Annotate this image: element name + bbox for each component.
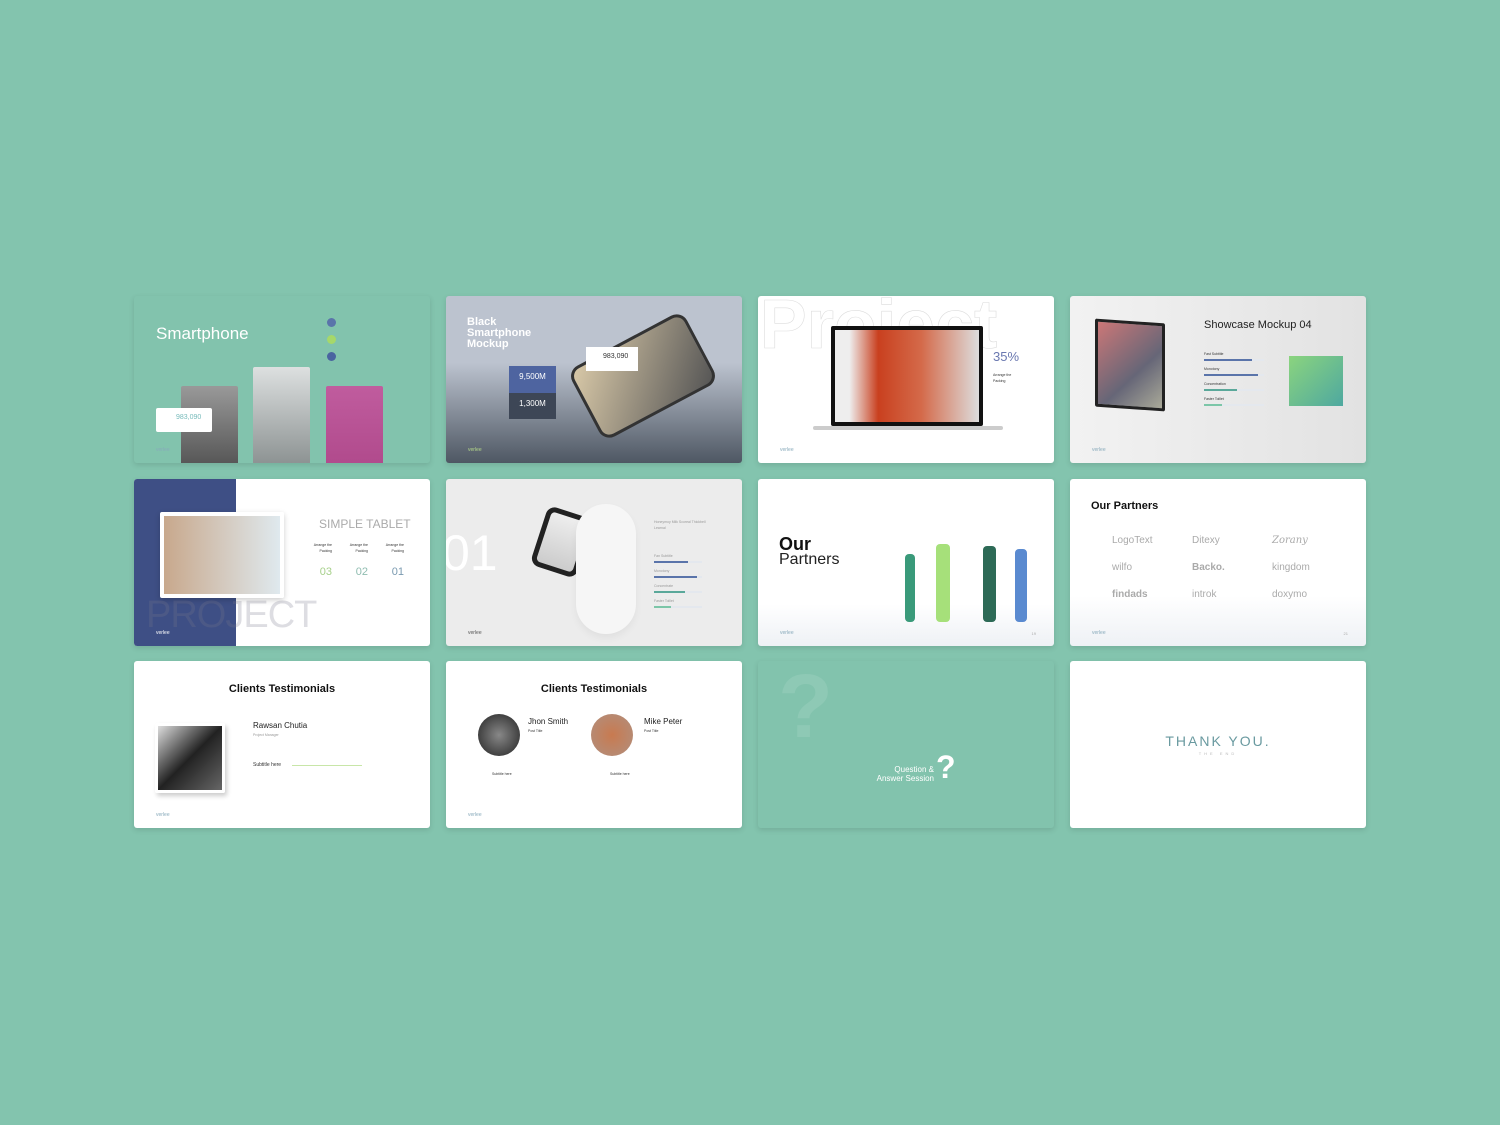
client-role: Post Title xyxy=(528,729,543,733)
background-word: PROJECT xyxy=(146,594,317,636)
client-name: Mike Peter xyxy=(644,717,683,726)
client-name: Jhon Smith xyxy=(528,717,569,726)
partner-logo: findads xyxy=(1112,589,1148,600)
badge: 983,090 xyxy=(586,347,638,371)
progress-list: Fast Subtitle Monotony Concentration Fas… xyxy=(1204,351,1264,411)
the-end-subtitle: THE END xyxy=(1198,751,1238,756)
slide-simple-tablet[interactable]: PROJECT SIMPLE TABLET Arrange the Packin… xyxy=(134,479,430,646)
partner-logo: Ditexy xyxy=(1192,535,1220,546)
columns: Arrange the Packing 03 Arrange the Packin… xyxy=(313,543,404,578)
client-role: Project Manager xyxy=(253,733,279,737)
slide-black-smartphone[interactable]: Black Smartphone Mockup 9,500M 1,300M 983,… xyxy=(446,296,742,463)
brand-logo: verlee xyxy=(468,447,482,453)
slide-title: SIMPLE TABLET xyxy=(319,517,411,531)
partner-logo-grid: LogoText Ditexy Zorany wilfo Backo. king… xyxy=(1112,535,1352,600)
stat-secondary: 1,300M xyxy=(509,393,556,419)
info-card xyxy=(1289,356,1343,406)
partner-logo: introk xyxy=(1192,589,1217,600)
phone-image-pink xyxy=(326,386,383,463)
question-mark-watermark-icon: ? xyxy=(778,661,833,757)
caption: Arrange the Packing xyxy=(993,373,1012,383)
slide-project-laptop[interactable]: Project 35% Arrange the Packing verlee xyxy=(758,296,1054,463)
brand-logo: verlee xyxy=(468,812,482,818)
qa-title: Question & Answer Session xyxy=(876,765,934,783)
page-number: 19 xyxy=(1031,631,1036,636)
brand-logo: verlee xyxy=(156,447,170,453)
slide-qa-session[interactable]: ? Question & Answer Session ? xyxy=(758,661,1054,828)
partner-logo: Zorany xyxy=(1272,535,1308,546)
heading: Honeymoy Milk Scoreal Thickbell Learnal xyxy=(654,520,706,530)
partner-logo: LogoText xyxy=(1112,535,1153,546)
divider xyxy=(292,765,362,766)
slide-our-partners-illustration[interactable]: Our Partners 19 verlee xyxy=(758,479,1054,646)
client-photo xyxy=(155,723,225,793)
brand-logo: verlee xyxy=(780,630,794,636)
brand-logo: verlee xyxy=(156,812,170,818)
brand-logo: verlee xyxy=(468,630,482,636)
slide-title: Smartphone xyxy=(156,324,249,343)
tablet-image xyxy=(160,512,284,598)
phone-mockup-image xyxy=(566,310,720,442)
slide-smartphone[interactable]: Smartphone 983,090 verlee xyxy=(134,296,430,463)
laptop-base xyxy=(813,426,1003,430)
watch-band xyxy=(576,504,636,634)
page-number: 21 xyxy=(1343,631,1348,636)
question-mark-icon: ? xyxy=(936,749,956,785)
thank-you-title: THANK YOU. xyxy=(1165,733,1271,749)
step-list xyxy=(327,318,336,361)
slide-testimonial-single[interactable]: Clients Testimonials Rawsan Chutia Proje… xyxy=(134,661,430,828)
slide-title: Black Smartphone Mockup xyxy=(467,316,532,350)
partner-logo: Backo. xyxy=(1192,562,1225,573)
slide-title: Our Partners xyxy=(1091,500,1159,512)
slide-thank-you[interactable]: THANK YOU. THE END xyxy=(1070,661,1366,828)
client-photo xyxy=(591,714,633,756)
slide-testimonial-double[interactable]: Clients Testimonials Jhon Smith Post Tit… xyxy=(446,661,742,828)
brand-logo: verlee xyxy=(156,630,170,636)
title-light: Partners xyxy=(779,551,840,568)
brand-logo: verlee xyxy=(1092,447,1106,453)
business-people-illustration xyxy=(903,544,1033,624)
client-photo xyxy=(478,714,520,756)
client-role: Post Title xyxy=(644,729,659,733)
stat-card: 983,090 xyxy=(156,408,212,432)
slide-watch[interactable]: 01 Honeymoy Milk Scoreal Thickbell Learn… xyxy=(446,479,742,646)
partner-logo: kingdom xyxy=(1272,562,1310,573)
subtitle: Subtitle here xyxy=(253,762,282,768)
slide-title: Clients Testimonials xyxy=(228,683,336,695)
big-number: 01 xyxy=(446,525,498,581)
brand-logo: verlee xyxy=(1092,630,1106,636)
slide-showcase-mockup[interactable]: Showcase Mockup 04 Fast Subtitle Monoton… xyxy=(1070,296,1366,463)
percent-value: 35% xyxy=(993,349,1020,364)
client-name: Rawsan Chutia xyxy=(253,721,308,730)
slide-title: Clients Testimonials xyxy=(540,683,648,695)
slide-title: Showcase Mockup 04 xyxy=(1204,319,1312,331)
partner-logo: wilfo xyxy=(1112,562,1133,573)
stat-primary: 9,500M xyxy=(509,366,556,393)
laptop-image xyxy=(831,326,983,426)
phone-image-fog xyxy=(253,367,310,463)
progress-list: Fan Subtitle Monotony Concentrate Faster… xyxy=(654,553,702,613)
desktop-image xyxy=(1095,318,1165,412)
partner-logo: doxymo xyxy=(1272,589,1308,600)
subtitle: Subtitle here xyxy=(492,772,512,776)
subtitle: Subtitle here xyxy=(610,772,630,776)
brand-logo: verlee xyxy=(780,447,794,453)
slide-our-partners-logos[interactable]: Our Partners LogoText Ditexy Zorany wilf… xyxy=(1070,479,1366,646)
